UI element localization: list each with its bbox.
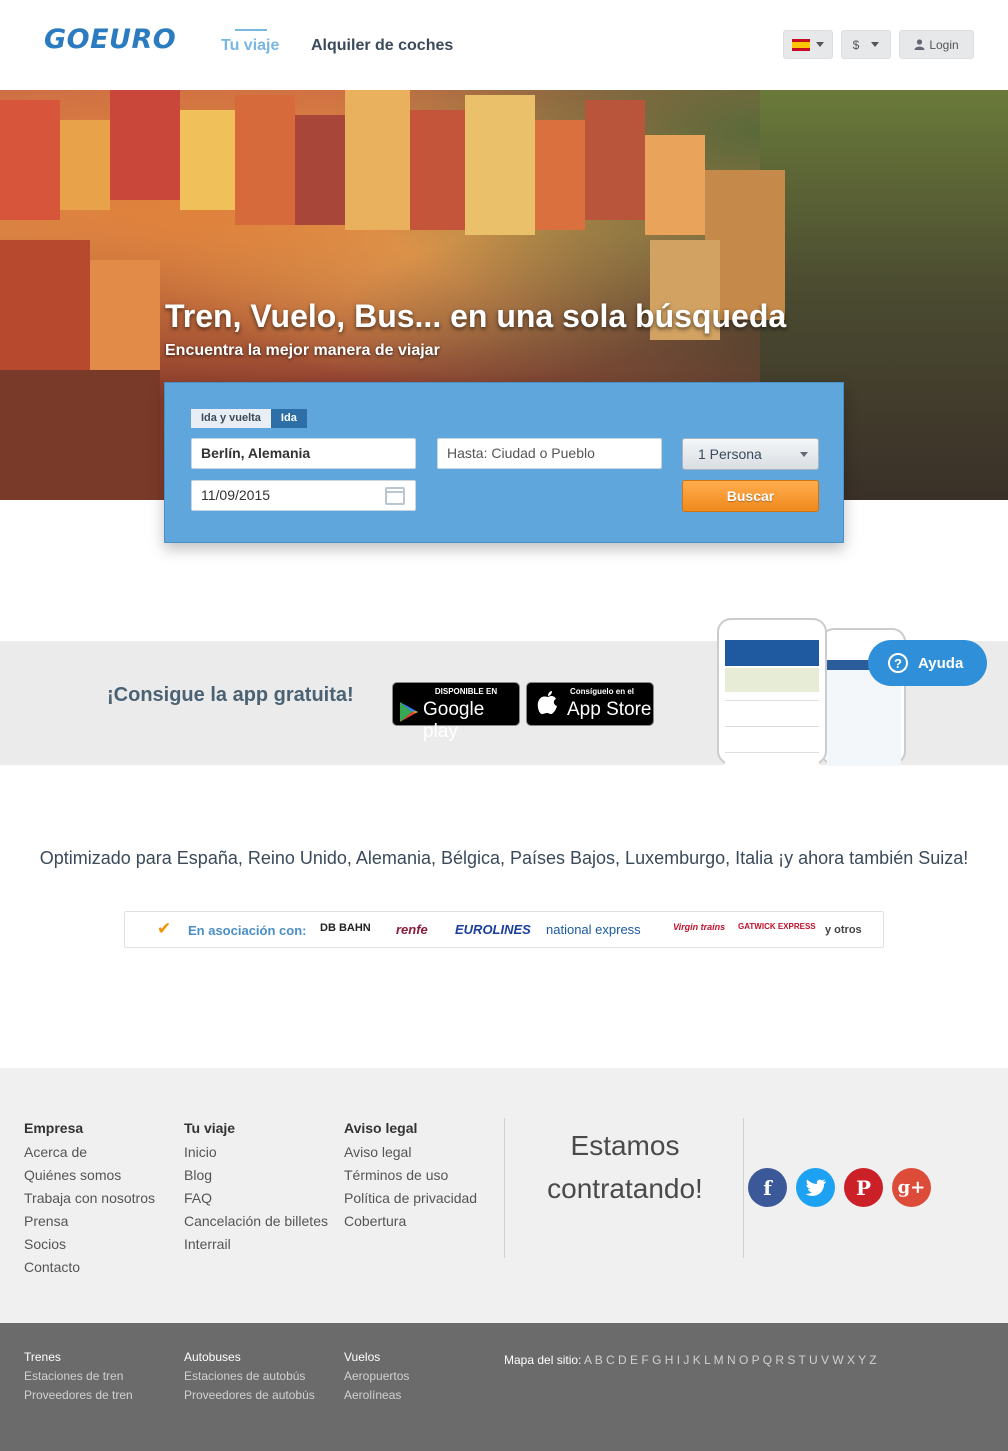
footer-link-terminos[interactable]: Términos de uso xyxy=(344,1164,477,1187)
footer-column-empresa: Empresa Acerca de Quiénes somos Trabaja … xyxy=(24,1120,155,1279)
facebook-icon[interactable]: f xyxy=(748,1168,787,1207)
sitemap-label: Mapa del sitio: xyxy=(504,1353,582,1367)
footer-link-quienes-somos[interactable]: Quiénes somos xyxy=(24,1164,155,1187)
help-button[interactable]: ? Ayuda xyxy=(868,640,987,686)
twitter-icon[interactable] xyxy=(796,1168,835,1207)
gatwick-express-logo: GATWICK EXPRESS xyxy=(738,922,816,931)
hiring-line-2: contratando! xyxy=(547,1173,703,1204)
db-bahn-logo: DB BAHN xyxy=(320,922,371,934)
search-panel: Ida y vuelta Ida Berlín, Alemania Hasta:… xyxy=(164,382,844,543)
footer-link-interrail[interactable]: Interrail xyxy=(184,1233,328,1256)
twitter-bird-icon xyxy=(805,1178,826,1196)
google-play-icon xyxy=(400,702,418,722)
hero-title: Tren, Vuelo, Bus... en una sola búsqueda xyxy=(165,298,787,334)
google-plus-icon[interactable]: g+ xyxy=(892,1168,931,1207)
user-icon xyxy=(914,39,925,50)
footer-link-cobertura[interactable]: Cobertura xyxy=(344,1210,477,1233)
bottom-link-estaciones-autobus[interactable]: Estaciones de autobús xyxy=(184,1367,315,1386)
currency-label: $ xyxy=(852,37,860,52)
date-value: 11/09/2015 xyxy=(201,487,271,503)
footer-link-privacidad[interactable]: Política de privacidad xyxy=(344,1187,477,1210)
footer-link-faq[interactable]: FAQ xyxy=(184,1187,328,1210)
passengers-select[interactable]: 1 Persona xyxy=(682,438,819,470)
currency-selector[interactable]: $ xyxy=(841,30,891,59)
footer-link-blog[interactable]: Blog xyxy=(184,1164,328,1187)
language-selector[interactable] xyxy=(783,30,833,59)
chevron-down-icon xyxy=(816,42,824,47)
goeuro-logo[interactable]: GOEURO xyxy=(44,24,176,55)
bottom-column-trenes: Trenes Estaciones de tren Proveedores de… xyxy=(24,1350,133,1405)
bottom-link-proveedores-autobus[interactable]: Proveedores de autobús xyxy=(184,1386,315,1405)
partners-label: En asociación con: xyxy=(188,923,307,938)
footer-link-acerca-de[interactable]: Acerca de xyxy=(24,1141,155,1164)
footer-column-title: Empresa xyxy=(24,1120,84,1136)
login-label: Login xyxy=(929,37,959,52)
footer-column-title: Tu viaje xyxy=(184,1120,236,1136)
calendar-icon[interactable] xyxy=(385,487,405,505)
app-promo-title: ¡Consigue la app gratuita! xyxy=(107,684,354,706)
search-button[interactable]: Buscar xyxy=(682,480,819,512)
app-store-button[interactable]: Consíguelo en el App Store xyxy=(526,682,654,726)
footer-link-contacto[interactable]: Contacto xyxy=(24,1256,155,1279)
partners-others: y otros xyxy=(825,924,862,936)
optimized-countries-text: Optimizado para España, Reino Unido, Ale… xyxy=(39,848,969,868)
bottom-column-autobuses: Autobuses Estaciones de autobús Proveedo… xyxy=(184,1350,315,1405)
bottom-link-proveedores-tren[interactable]: Proveedores de tren xyxy=(24,1386,133,1405)
nav-tu-viaje[interactable]: Tu viaje xyxy=(221,29,279,55)
national-express-logo: national express xyxy=(546,922,641,937)
hiring-line-1: Estamos xyxy=(570,1130,680,1161)
eurolines-logo: EUROLINES xyxy=(455,922,531,937)
footer-link-cancelacion[interactable]: Cancelación de billetes xyxy=(184,1210,328,1233)
passengers-label: 1 Persona xyxy=(698,446,762,462)
renfe-logo: renfe xyxy=(396,922,428,937)
google-play-small-label: DISPONIBLE EN xyxy=(434,687,498,696)
bottom-column-vuelos: Vuelos Aeropuertos Aerolíneas xyxy=(344,1350,409,1405)
phone-mockup-front xyxy=(717,618,827,767)
bottom-column-title[interactable]: Vuelos xyxy=(344,1350,409,1364)
footer-column-aviso-legal: Aviso legal Aviso legal Términos de uso … xyxy=(344,1120,477,1233)
date-input[interactable]: 11/09/2015 xyxy=(191,480,416,511)
nav-alquiler-de-coches[interactable]: Alquiler de coches xyxy=(311,37,453,55)
apple-icon xyxy=(537,691,557,714)
checkmark-icon: ✔ xyxy=(157,919,172,938)
sitemap: Mapa del sitio: A B C D E F G H I J K L … xyxy=(504,1353,877,1367)
footer-bottom-bar xyxy=(0,1323,1008,1451)
footer-link-prensa[interactable]: Prensa xyxy=(24,1210,155,1233)
bottom-link-estaciones-tren[interactable]: Estaciones de tren xyxy=(24,1367,133,1386)
google-play-big-label: Google play xyxy=(423,699,485,742)
virgin-trains-logo: Virgin trains xyxy=(673,922,726,932)
hero-subtitle: Encuentra la mejor manera de viajar xyxy=(165,342,440,359)
question-icon: ? xyxy=(888,653,908,673)
footer-column-title: Aviso legal xyxy=(344,1120,418,1136)
to-input[interactable]: Hasta: Ciudad o Pueblo xyxy=(437,438,662,469)
spain-flag-icon xyxy=(792,38,810,51)
app-store-big-label: App Store xyxy=(567,699,652,720)
help-label: Ayuda xyxy=(918,654,964,672)
trip-type-toggle: Ida y vuelta Ida xyxy=(191,409,307,428)
sitemap-letters[interactable]: A B C D E F G H I J K L M N O P Q R S T … xyxy=(584,1353,877,1367)
bottom-column-title[interactable]: Trenes xyxy=(24,1350,133,1364)
footer-link-socios[interactable]: Socios xyxy=(24,1233,155,1256)
footer-divider xyxy=(743,1118,744,1258)
login-button[interactable]: Login xyxy=(899,30,974,59)
one-way-option[interactable]: Ida xyxy=(270,409,307,428)
pinterest-icon[interactable]: P xyxy=(844,1168,883,1207)
bottom-column-title[interactable]: Autobuses xyxy=(184,1350,315,1364)
footer-link-trabaja[interactable]: Trabaja con nosotros xyxy=(24,1187,155,1210)
footer-link-aviso-legal[interactable]: Aviso legal xyxy=(344,1141,477,1164)
round-trip-option[interactable]: Ida y vuelta xyxy=(191,409,271,428)
chevron-down-icon xyxy=(800,452,808,457)
partners-bar: ✔ En asociación con: DB BAHN renfe EUROL… xyxy=(124,911,884,948)
hiring-banner[interactable]: Estamos contratando! xyxy=(505,1124,745,1210)
footer-link-inicio[interactable]: Inicio xyxy=(184,1141,328,1164)
chevron-down-icon xyxy=(871,42,880,47)
footer-column-tu-viaje: Tu viaje Inicio Blog FAQ Cancelación de … xyxy=(184,1120,328,1256)
bottom-link-aeropuertos[interactable]: Aeropuertos xyxy=(344,1367,409,1386)
bottom-link-aerolineas[interactable]: Aerolíneas xyxy=(344,1386,409,1405)
from-input[interactable]: Berlín, Alemania xyxy=(191,438,416,469)
site-header: GOEURO Tu viaje Alquiler de coches $ Log… xyxy=(0,0,1008,90)
google-play-button[interactable]: DISPONIBLE EN Google play xyxy=(392,682,520,742)
